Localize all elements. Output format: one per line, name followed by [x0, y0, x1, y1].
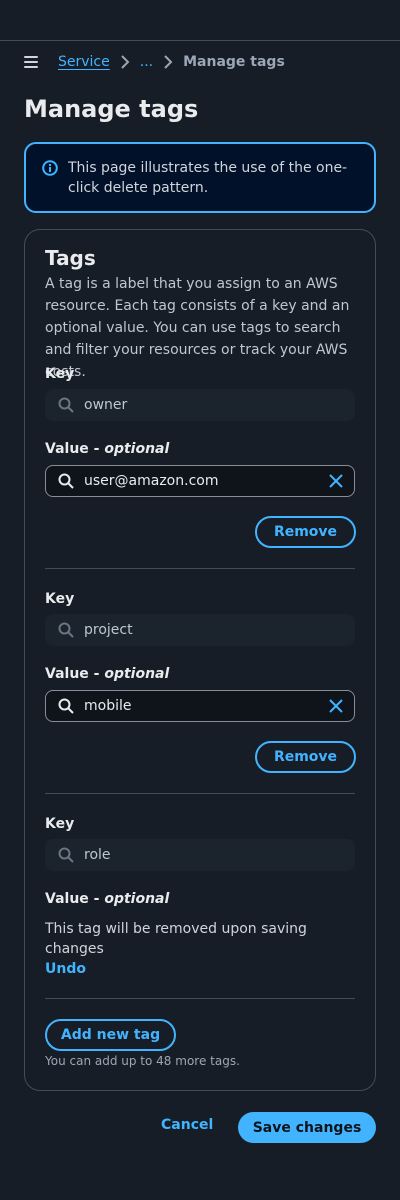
key-value: owner	[84, 397, 128, 413]
key-field: project	[45, 614, 355, 646]
breadcrumb: Service ... Manage tags	[24, 52, 285, 72]
value-label: Value - optional	[45, 891, 170, 907]
tag-divider	[45, 793, 355, 794]
clear-icon[interactable]	[328, 473, 344, 489]
value-label: Value - optional	[45, 441, 170, 457]
header-divider	[0, 40, 400, 41]
info-alert: This page illustrates the use of the one…	[24, 142, 376, 213]
value-text: mobile	[84, 698, 132, 714]
chevron-right-icon	[116, 53, 134, 71]
tags-panel-description: A tag is a label that you assign to an A…	[45, 276, 350, 380]
search-icon	[58, 847, 74, 863]
key-label: Key	[45, 816, 75, 832]
value-input[interactable]: user@amazon.com	[45, 465, 355, 497]
tag-divider	[45, 568, 355, 569]
breadcrumb-current: Manage tags	[183, 54, 285, 70]
remove-button[interactable]: Remove	[255, 741, 356, 773]
key-field: role	[45, 839, 355, 871]
search-icon	[58, 698, 74, 714]
undo-link[interactable]: Undo	[45, 959, 365, 979]
breadcrumb-service[interactable]: Service	[58, 54, 110, 70]
search-icon	[58, 473, 74, 489]
menu-icon[interactable]	[24, 56, 38, 68]
tags-panel: Tags A tag is a label that you assign to…	[24, 229, 376, 1091]
save-changes-button[interactable]: Save changes	[238, 1112, 376, 1143]
clear-icon[interactable]	[328, 698, 344, 714]
key-label: Key	[45, 366, 75, 382]
cancel-button[interactable]: Cancel	[161, 1117, 213, 1133]
page-title: Manage tags	[24, 95, 199, 123]
key-value: role	[84, 847, 111, 863]
tag-limit-note: You can add up to 48 more tags.	[45, 1054, 240, 1068]
remove-button[interactable]: Remove	[255, 516, 356, 548]
breadcrumb-ellipsis[interactable]: ...	[140, 54, 153, 70]
value-text: user@amazon.com	[84, 473, 219, 489]
removed-note-text: This tag will be removed upon saving cha…	[45, 921, 307, 957]
search-icon	[58, 622, 74, 638]
info-alert-text: This page illustrates the use of the one…	[68, 160, 348, 196]
chevron-right-icon	[159, 53, 177, 71]
tag-divider	[45, 998, 355, 999]
key-value: project	[84, 622, 133, 638]
search-icon	[58, 397, 74, 413]
info-icon	[42, 160, 58, 176]
value-input[interactable]: mobile	[45, 690, 355, 722]
removed-note: This tag will be removed upon saving cha…	[45, 919, 365, 979]
tags-panel-title: Tags	[45, 246, 96, 270]
key-label: Key	[45, 591, 75, 607]
value-label: Value - optional	[45, 666, 170, 682]
add-new-tag-button[interactable]: Add new tag	[45, 1019, 176, 1051]
key-field: owner	[45, 389, 355, 421]
